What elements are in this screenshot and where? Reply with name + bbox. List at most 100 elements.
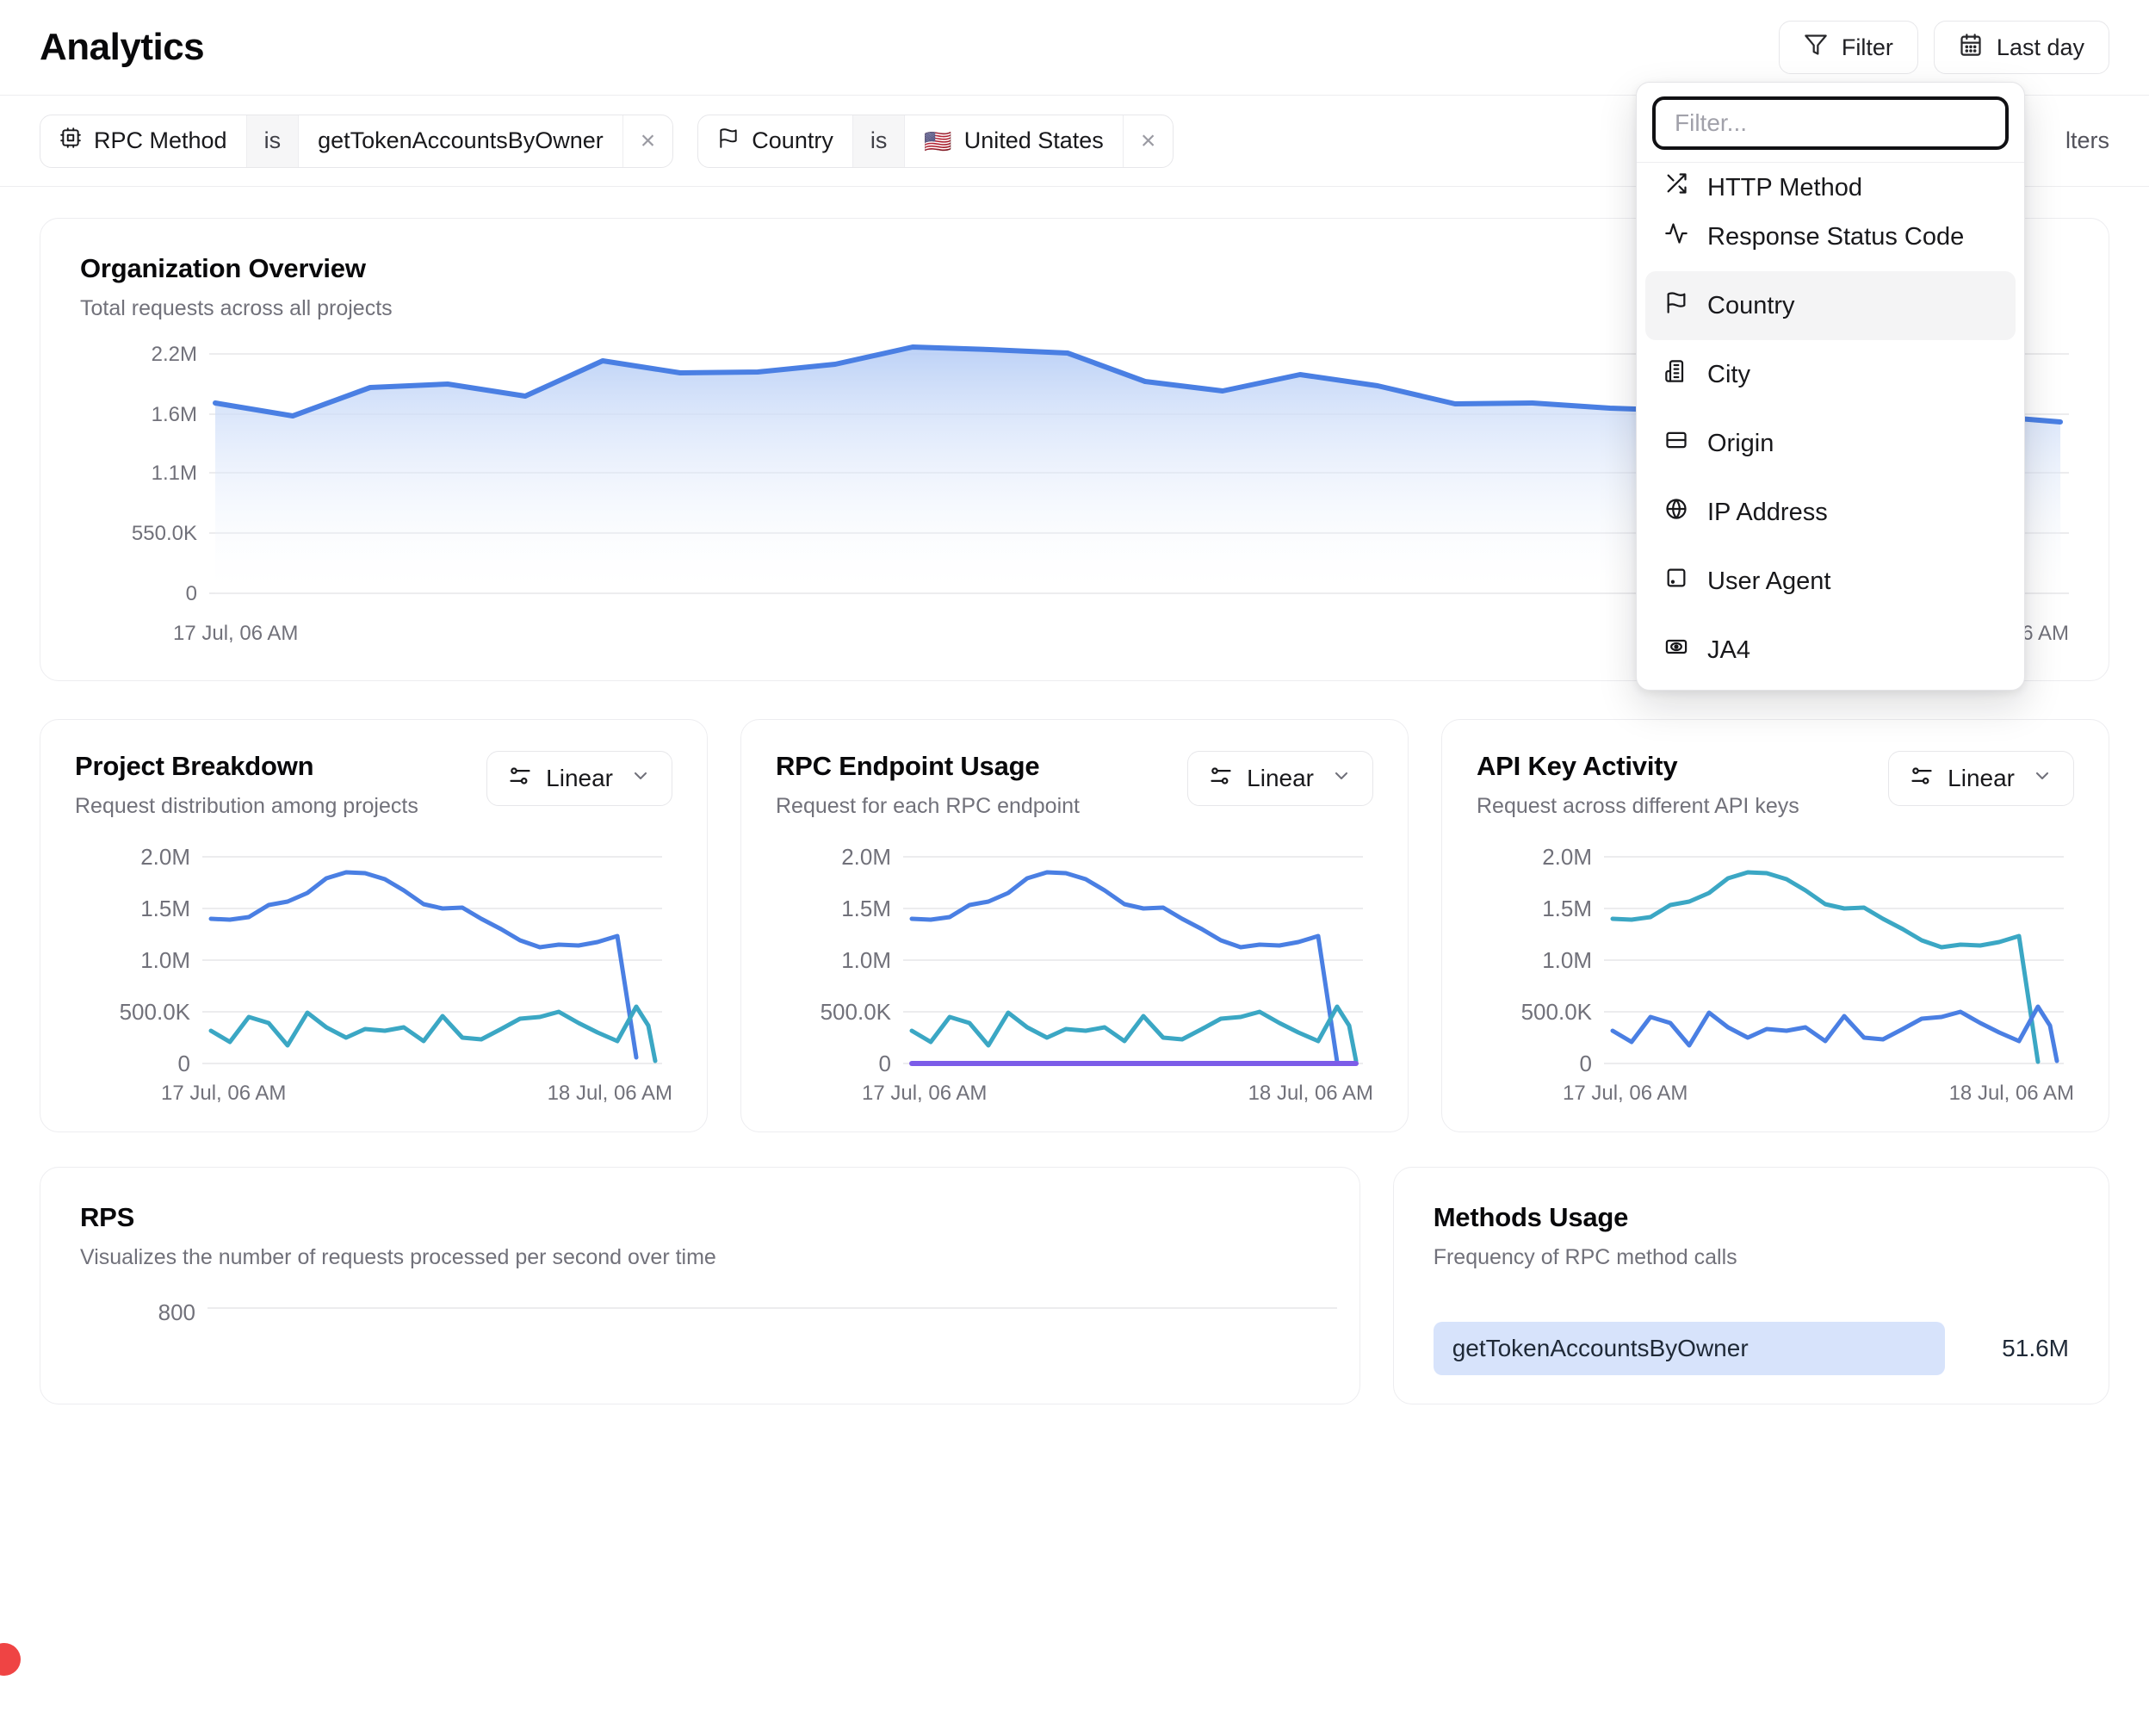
charts-row: Project Breakdown Request distribution a… [40,719,2109,1132]
filter-chip-value-label: United States [964,127,1104,154]
x-axis-start-label: 17 Jul, 06 AM [1563,1082,1688,1106]
scale-select-label: Linear [546,765,613,792]
page-title: Analytics [40,26,204,69]
line-chart-svg: 2.0M 1.5M 1.0M 500.0K 0 [75,846,662,1077]
filter-option-ip-address[interactable]: IP Address [1645,478,2016,547]
card-api-key-activity: API Key Activity Request across differen… [1441,719,2109,1132]
filter-chip-field[interactable]: Country [698,115,852,167]
filter-field-list: HTTP Method Response Status Code Country… [1637,163,2024,690]
svg-text:0: 0 [178,1051,190,1076]
date-range-button[interactable]: Last day [1934,21,2109,74]
card-subtitle: Request distribution among projects [75,792,418,821]
filter-option-label: User Agent [1707,567,1830,596]
filter-field-popover: HTTP Method Response Status Code Country… [1636,82,2025,691]
series-line-endpoint-b [912,1007,1356,1061]
filter-chip-operator[interactable]: is [246,115,300,167]
filter-option-label: JA4 [1707,636,1750,665]
svg-text:500.0K: 500.0K [821,999,892,1025]
card-title: RPC Endpoint Usage [776,751,1080,782]
us-flag-icon: 🇺🇸 [924,130,951,152]
globe-icon [1664,497,1688,528]
filter-chip-value[interactable]: getTokenAccountsByOwner [299,115,622,167]
card-title: Methods Usage [1434,1202,2069,1233]
filter-option-label: Origin [1707,430,1774,458]
filter-option-label: IP Address [1707,499,1828,527]
card-rps: RPS Visualizes the number of requests pr… [40,1167,1360,1404]
filter-option-label: HTTP Method [1707,174,1862,202]
card-methods-usage: Methods Usage Frequency of RPC method ca… [1393,1167,2109,1404]
chevron-down-icon [2032,765,2053,792]
svg-text:0: 0 [1580,1051,1592,1076]
card-rpc-endpoint-usage: RPC Endpoint Usage Request for each RPC … [740,719,1409,1132]
x-axis-start-label: 17 Jul, 06 AM [161,1082,286,1106]
filter-option-http-method[interactable]: HTTP Method [1645,163,2016,202]
x-axis-end-label: 18 Jul, 06 AM [1949,1082,2074,1106]
popover-search-wrap [1637,83,2024,163]
svg-text:550.0K: 550.0K [132,522,197,545]
edge-notification-badge [0,1643,21,1676]
filter-chip-country[interactable]: Country is 🇺🇸 United States × [697,115,1174,168]
filter-option-user-agent[interactable]: User Agent [1645,547,2016,616]
activity-icon [1664,221,1688,252]
filter-chip-rpc-method[interactable]: RPC Method is getTokenAccountsByOwner × [40,115,673,168]
panel-icon [1664,428,1688,459]
line-chart-svg: 800 [80,1296,1372,1399]
filter-search-input[interactable] [1652,96,2009,150]
scale-select-project-breakdown[interactable]: Linear [486,751,672,806]
chevron-down-icon [1331,765,1352,792]
scale-select-label: Linear [1247,765,1314,792]
filter-option-origin[interactable]: Origin [1645,409,2016,478]
clear-filters-button[interactable]: lters [2065,127,2109,154]
filter-chip-value[interactable]: 🇺🇸 United States [905,115,1122,167]
series-line-project-b [211,1007,655,1061]
filter-option-label: City [1707,361,1750,389]
card-subtitle: Request across different API keys [1477,792,1799,821]
svg-text:1.5M: 1.5M [1542,896,1592,921]
filter-chip-field[interactable]: RPC Method [40,115,246,167]
svg-text:1.0M: 1.0M [140,947,190,973]
filter-option-country[interactable]: Country [1645,271,2016,340]
scale-select-rpc-endpoint-usage[interactable]: Linear [1187,751,1373,806]
filter-option-label: Country [1707,292,1795,320]
shuffle-icon [1664,171,1688,202]
card-title: RPS [80,1202,1320,1233]
filter-chip-operator[interactable]: is [852,115,906,167]
sliders-icon [1910,764,1934,794]
method-value-label: 51.6M [1966,1335,2069,1362]
svg-text:0: 0 [186,582,197,605]
svg-text:2.0M: 2.0M [1542,846,1592,870]
project-breakdown-chart: 2.0M 1.5M 1.0M 500.0K 0 17 Jul, 06 AM 18… [75,846,672,1106]
sliders-icon [508,764,532,794]
filter-button[interactable]: Filter [1779,21,1918,74]
rps-chart: 800 [80,1296,1320,1404]
svg-text:2.0M: 2.0M [841,846,891,870]
date-range-label: Last day [1997,34,2084,61]
filter-chip-remove-icon[interactable]: × [622,115,673,167]
flag-icon [1664,290,1688,321]
y-axis-tick-800: 800 [158,1299,195,1325]
filter-option-city[interactable]: City [1645,340,2016,409]
filter-icon [1804,33,1828,63]
filter-button-label: Filter [1842,34,1893,61]
filter-chip-remove-icon[interactable]: × [1123,115,1174,167]
svg-text:1.5M: 1.5M [841,896,891,921]
method-name-label: getTokenAccountsByOwner [1452,1335,1749,1362]
card-subtitle: Visualizes the number of requests proces… [80,1243,1320,1272]
methods-usage-row[interactable]: getTokenAccountsByOwner 51.6M [1434,1322,2069,1375]
card-title: API Key Activity [1477,751,1799,782]
app-window-icon [1664,566,1688,597]
scale-select-label: Linear [1948,765,2015,792]
chevron-down-icon [630,765,651,792]
svg-text:1.0M: 1.0M [1542,947,1592,973]
x-axis-end-label: 18 Jul, 06 AM [548,1082,672,1106]
filter-option-ja4[interactable]: JA4 [1645,616,2016,685]
filter-option-label: Response Status Code [1707,223,1964,251]
scale-select-api-key-activity[interactable]: Linear [1888,751,2074,806]
method-usage-bar[interactable]: getTokenAccountsByOwner [1434,1322,1945,1375]
card-project-breakdown: Project Breakdown Request distribution a… [40,719,708,1132]
filter-option-response-status-code[interactable]: Response Status Code [1645,202,2016,271]
svg-text:500.0K: 500.0K [120,999,191,1025]
line-chart-svg: 2.0M 1.5M 1.0M 500.0K 0 [1477,846,2064,1077]
line-chart-svg: 2.0M 1.5M 1.0M 500.0K 0 [776,846,1363,1077]
x-axis-end-label: 18 Jul, 06 AM [1248,1082,1373,1106]
